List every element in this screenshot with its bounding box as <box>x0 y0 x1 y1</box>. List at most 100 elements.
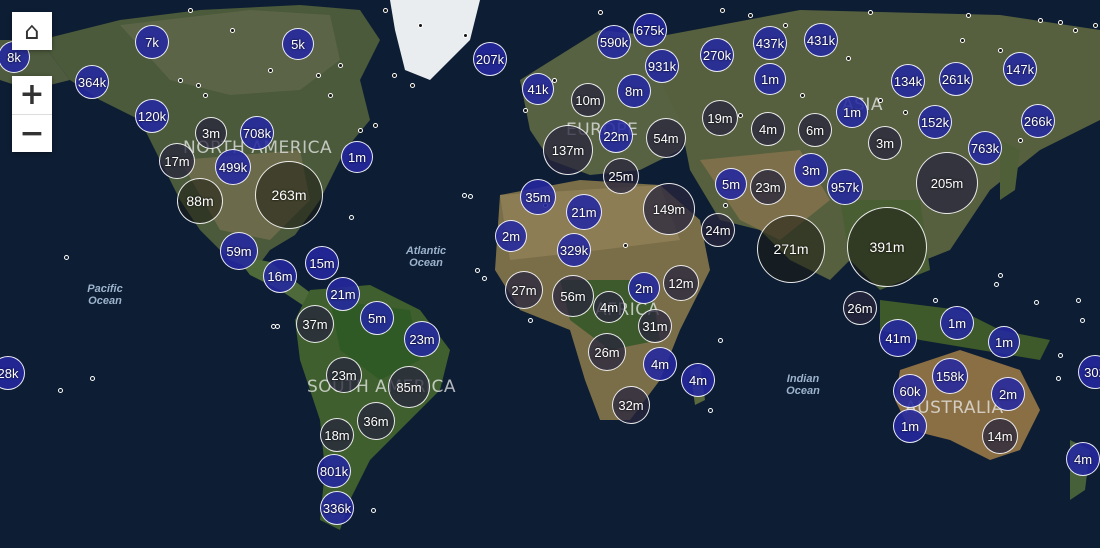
cluster-marker[interactable]: 23m <box>750 169 786 205</box>
point-marker[interactable] <box>178 78 183 83</box>
point-marker[interactable] <box>1038 18 1043 23</box>
cluster-marker[interactable]: 207k <box>473 42 507 76</box>
cluster-marker[interactable]: 4m <box>751 112 785 146</box>
zoom-in-button[interactable]: + <box>12 76 52 114</box>
point-marker[interactable] <box>523 108 528 113</box>
point-marker[interactable] <box>349 215 354 220</box>
cluster-marker[interactable]: 23m <box>404 321 440 357</box>
cluster-marker[interactable]: 271m <box>757 215 825 283</box>
point-marker[interactable] <box>1073 28 1078 33</box>
point-marker[interactable] <box>275 324 280 329</box>
cluster-marker[interactable]: 263m <box>255 161 323 229</box>
cluster-marker[interactable]: 931k <box>645 49 679 83</box>
cluster-marker[interactable]: 14m <box>982 418 1018 454</box>
point-marker[interactable] <box>738 113 743 118</box>
cluster-marker[interactable]: 2m <box>495 220 527 252</box>
point-marker[interactable] <box>392 73 397 78</box>
point-marker[interactable] <box>933 298 938 303</box>
cluster-marker[interactable]: 23m <box>326 357 362 393</box>
cluster-marker[interactable]: 59m <box>220 232 258 270</box>
cluster-marker[interactable]: 147k <box>1003 52 1037 86</box>
cluster-marker[interactable]: 3m <box>195 117 227 149</box>
cluster-marker[interactable]: 763k <box>968 131 1002 165</box>
point-marker[interactable] <box>418 23 423 28</box>
cluster-marker[interactable]: 329k <box>557 233 591 267</box>
cluster-marker[interactable]: 364k <box>75 65 109 99</box>
cluster-marker[interactable]: 2m <box>991 377 1025 411</box>
point-marker[interactable] <box>462 193 467 198</box>
cluster-marker[interactable]: 149m <box>643 183 695 235</box>
cluster-marker[interactable]: 85m <box>388 366 430 408</box>
point-marker[interactable] <box>64 255 69 260</box>
cluster-marker[interactable]: 801k <box>317 454 351 488</box>
cluster-marker[interactable]: 391m <box>847 207 927 287</box>
cluster-marker[interactable]: 499k <box>215 149 251 185</box>
cluster-marker[interactable]: 22m <box>599 119 633 153</box>
point-marker[interactable] <box>358 128 363 133</box>
point-marker[interactable] <box>528 318 533 323</box>
point-marker[interactable] <box>410 83 415 88</box>
point-marker[interactable] <box>720 8 725 13</box>
point-marker[interactable] <box>783 23 788 28</box>
cluster-marker[interactable]: 6m <box>798 113 832 147</box>
point-marker[interactable] <box>998 273 1003 278</box>
cluster-marker[interactable]: 261k <box>939 62 973 96</box>
cluster-marker[interactable]: 708k <box>240 116 274 150</box>
cluster-marker[interactable]: 1m <box>893 409 927 443</box>
point-marker[interactable] <box>598 10 603 15</box>
cluster-marker[interactable]: 37m <box>296 305 334 343</box>
point-marker[interactable] <box>371 508 376 513</box>
cluster-marker[interactable]: 15m <box>305 246 339 280</box>
cluster-marker[interactable]: 431k <box>804 23 838 57</box>
cluster-marker[interactable]: 4m <box>593 291 625 323</box>
cluster-marker[interactable]: 7k <box>135 25 169 59</box>
cluster-marker[interactable]: 88m <box>177 178 223 224</box>
cluster-marker[interactable]: 54m <box>646 118 686 158</box>
point-marker[interactable] <box>196 83 201 88</box>
cluster-marker[interactable]: 60k <box>893 374 927 408</box>
cluster-marker[interactable]: 36m <box>357 402 395 440</box>
cluster-marker[interactable]: 1m <box>341 141 373 173</box>
point-marker[interactable] <box>748 13 753 18</box>
cluster-marker[interactable]: 957k <box>827 169 863 205</box>
cluster-marker[interactable]: 32m <box>612 386 650 424</box>
cluster-marker[interactable]: 4m <box>1066 442 1100 476</box>
cluster-marker[interactable]: 4m <box>681 363 715 397</box>
cluster-marker[interactable]: 5m <box>360 301 394 335</box>
cluster-marker[interactable]: 5k <box>282 28 314 60</box>
cluster-marker[interactable]: 16m <box>263 259 297 293</box>
point-marker[interactable] <box>966 13 971 18</box>
point-marker[interactable] <box>903 110 908 115</box>
point-marker[interactable] <box>623 243 628 248</box>
cluster-marker[interactable]: 26m <box>588 333 626 371</box>
point-marker[interactable] <box>188 8 193 13</box>
point-marker[interactable] <box>475 268 480 273</box>
cluster-marker[interactable]: 31m <box>638 309 672 343</box>
cluster-marker[interactable]: 270k <box>700 38 734 72</box>
cluster-marker[interactable]: 27m <box>505 271 543 309</box>
point-marker[interactable] <box>373 123 378 128</box>
point-marker[interactable] <box>482 276 487 281</box>
point-marker[interactable] <box>1058 20 1063 25</box>
point-marker[interactable] <box>1058 353 1063 358</box>
cluster-marker[interactable]: 205m <box>916 152 978 214</box>
point-marker[interactable] <box>846 56 851 61</box>
cluster-marker[interactable]: 5m <box>715 168 747 200</box>
cluster-marker[interactable]: 41m <box>879 319 917 357</box>
cluster-marker[interactable]: 19m <box>702 100 738 136</box>
cluster-marker[interactable]: 24m <box>701 213 735 247</box>
point-marker[interactable] <box>1093 23 1098 28</box>
point-marker[interactable] <box>203 93 208 98</box>
point-marker[interactable] <box>383 8 388 13</box>
cluster-marker[interactable]: 10m <box>571 83 605 117</box>
cluster-marker[interactable]: 1m <box>988 326 1020 358</box>
cluster-marker[interactable]: 41k <box>522 73 554 105</box>
cluster-marker[interactable]: 336k <box>320 491 354 525</box>
point-marker[interactable] <box>800 93 805 98</box>
point-marker[interactable] <box>960 38 965 43</box>
cluster-marker[interactable]: 25m <box>603 158 639 194</box>
point-marker[interactable] <box>328 93 333 98</box>
cluster-marker[interactable]: 3m <box>794 153 828 187</box>
cluster-marker[interactable]: 137m <box>543 125 593 175</box>
cluster-marker[interactable]: 590k <box>597 25 631 59</box>
